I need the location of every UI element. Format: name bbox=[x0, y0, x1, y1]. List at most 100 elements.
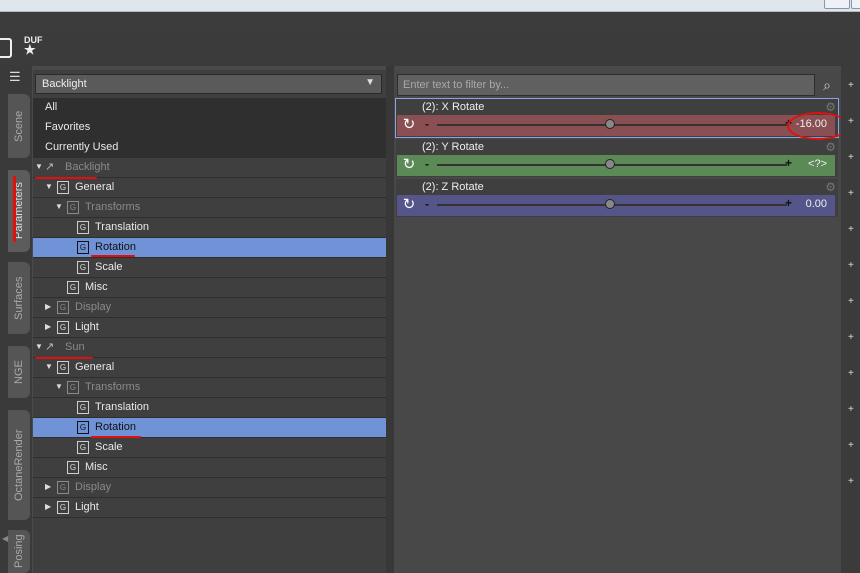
panel-splitter[interactable] bbox=[386, 66, 394, 573]
close-button[interactable] bbox=[851, 0, 860, 9]
increment-button[interactable]: + bbox=[785, 156, 792, 170]
tree-node-light[interactable]: ▶ G Light bbox=[33, 498, 386, 518]
light-icon: ↗ bbox=[45, 161, 55, 173]
decrement-button[interactable]: - bbox=[425, 157, 429, 171]
add-icon[interactable]: + bbox=[848, 224, 854, 235]
slider-knob[interactable] bbox=[605, 199, 615, 209]
gear-icon[interactable]: ⚙ bbox=[825, 180, 836, 194]
add-icon[interactable]: + bbox=[848, 152, 854, 163]
figure-icon[interactable] bbox=[0, 38, 12, 58]
tree-node-general[interactable]: ▼ G General bbox=[33, 358, 386, 378]
collapsed-triangle-icon[interactable]: ▶ bbox=[45, 322, 51, 331]
tree-node-sun[interactable]: ▼ ↗ Sun bbox=[33, 338, 386, 358]
tab-surfaces[interactable]: Surfaces bbox=[8, 262, 30, 334]
row-label: General bbox=[75, 361, 115, 373]
collapsed-triangle-icon[interactable]: ▶ bbox=[45, 302, 51, 311]
expanded-triangle-icon[interactable]: ▼ bbox=[55, 202, 63, 211]
add-icon[interactable]: + bbox=[848, 440, 854, 451]
slider-bar[interactable]: ↻ - + 0.00 bbox=[397, 195, 835, 216]
add-icon[interactable]: + bbox=[848, 296, 854, 307]
expanded-triangle-icon[interactable]: ▼ bbox=[55, 382, 63, 391]
param-y-rotate[interactable]: (2): Y Rotate ⚙ ↻ - + <?> bbox=[396, 139, 838, 177]
collapse-arrow-icon[interactable]: ◀ bbox=[2, 534, 8, 543]
tree-node-general[interactable]: ▼ G General bbox=[33, 178, 386, 198]
runner-icon: ★ bbox=[24, 42, 36, 57]
gear-icon[interactable]: ⚙ bbox=[825, 140, 836, 154]
expanded-triangle-icon[interactable]: ▼ bbox=[45, 182, 53, 191]
list-item-favorites[interactable]: Favorites bbox=[33, 118, 386, 138]
decrement-button[interactable]: - bbox=[425, 117, 429, 131]
add-icon[interactable]: + bbox=[848, 188, 854, 199]
node-select-dropdown[interactable]: Backlight ▼ bbox=[35, 74, 382, 94]
reset-icon[interactable]: ↻ bbox=[400, 116, 418, 134]
tree-node-translation[interactable]: G Translation bbox=[33, 218, 386, 238]
group-icon: G bbox=[77, 401, 89, 414]
slider-knob[interactable] bbox=[605, 119, 615, 129]
tree-node-backlight[interactable]: ▼ ↗ Backlight bbox=[33, 158, 386, 178]
group-icon: G bbox=[77, 261, 89, 274]
group-icon: G bbox=[57, 181, 69, 194]
annotation-underline bbox=[91, 436, 141, 438]
tab-parameters[interactable]: Parameters bbox=[8, 170, 30, 252]
add-icon[interactable]: + bbox=[848, 368, 854, 379]
param-name: (2): Y Rotate bbox=[422, 141, 484, 153]
tree-node-display[interactable]: ▶ G Display bbox=[33, 478, 386, 498]
slider-bar[interactable]: ↻ - + <?> bbox=[397, 155, 835, 176]
slider-bar[interactable]: ↻ - + -16.00 bbox=[397, 115, 835, 136]
expanded-triangle-icon[interactable]: ▼ bbox=[45, 362, 53, 371]
search-icon[interactable]: ⌕ bbox=[816, 74, 838, 96]
reset-icon[interactable]: ↻ bbox=[400, 156, 418, 174]
add-icon[interactable]: + bbox=[848, 332, 854, 343]
row-label: Favorites bbox=[45, 121, 91, 133]
tree-node-transforms[interactable]: ▼ G Transforms bbox=[33, 378, 386, 398]
group-icon: G bbox=[57, 321, 69, 334]
row-label: Display bbox=[75, 481, 112, 493]
list-item-all[interactable]: All bbox=[33, 98, 386, 118]
tree-node-misc[interactable]: G Misc bbox=[33, 458, 386, 478]
tree-node-transforms[interactable]: ▼ G Transforms bbox=[33, 198, 386, 218]
slider-knob[interactable] bbox=[605, 159, 615, 169]
add-icon[interactable]: + bbox=[848, 80, 854, 91]
panel-menu-icon[interactable]: ☰ bbox=[9, 70, 25, 84]
tab-octanerender[interactable]: OctaneRender bbox=[8, 410, 30, 520]
row-label: Rotation bbox=[95, 241, 136, 253]
tab-posing[interactable]: Posing bbox=[8, 530, 30, 573]
add-icon[interactable]: + bbox=[848, 116, 854, 127]
collapsed-triangle-icon[interactable]: ▶ bbox=[45, 482, 51, 491]
annotation-underline bbox=[35, 177, 97, 179]
value-field[interactable]: <?> bbox=[808, 158, 827, 170]
tab-nge[interactable]: NGE bbox=[8, 346, 30, 398]
add-icon[interactable]: + bbox=[848, 260, 854, 271]
tab-label: Scene bbox=[13, 110, 25, 142]
tree-node-rotation[interactable]: G Rotation bbox=[33, 238, 386, 258]
tree-node-scale[interactable]: G Scale bbox=[33, 438, 386, 458]
duf-file-icon[interactable]: DUF ★ bbox=[24, 36, 43, 60]
row-label: Currently Used bbox=[45, 141, 119, 153]
value-field[interactable]: 0.00 bbox=[806, 198, 827, 210]
param-x-rotate[interactable]: (2): X Rotate ⚙ ↻ - + -16.00 bbox=[395, 98, 839, 138]
increment-button[interactable]: + bbox=[785, 196, 792, 210]
tab-label: Surfaces bbox=[13, 276, 25, 320]
row-label: General bbox=[75, 181, 115, 193]
expanded-triangle-icon[interactable]: ▼ bbox=[35, 162, 43, 171]
restore-button[interactable] bbox=[824, 0, 850, 9]
tree-node-light[interactable]: ▶ G Light bbox=[33, 318, 386, 338]
add-icon[interactable]: + bbox=[848, 404, 854, 415]
tree-node-scale[interactable]: G Scale bbox=[33, 258, 386, 278]
tab-scene[interactable]: Scene bbox=[8, 94, 30, 158]
param-z-rotate[interactable]: (2): Z Rotate ⚙ ↻ - + 0.00 bbox=[396, 179, 838, 217]
group-icon: G bbox=[77, 421, 89, 434]
tree-node-translation[interactable]: G Translation bbox=[33, 398, 386, 418]
collapsed-triangle-icon[interactable]: ▶ bbox=[45, 502, 51, 511]
filter-input[interactable]: Enter text to filter by... bbox=[397, 74, 815, 96]
list-item-currently-used[interactable]: Currently Used bbox=[33, 138, 386, 158]
tree-node-display[interactable]: ▶ G Display bbox=[33, 298, 386, 318]
add-icon[interactable]: + bbox=[848, 476, 854, 487]
reset-icon[interactable]: ↻ bbox=[400, 196, 418, 214]
row-label: Transforms bbox=[85, 381, 141, 393]
tree-node-misc[interactable]: G Misc bbox=[33, 278, 386, 298]
expanded-triangle-icon[interactable]: ▼ bbox=[35, 342, 43, 351]
param-name: (2): X Rotate bbox=[422, 101, 485, 113]
tree-node-rotation[interactable]: G Rotation bbox=[33, 418, 386, 438]
decrement-button[interactable]: - bbox=[425, 197, 429, 211]
